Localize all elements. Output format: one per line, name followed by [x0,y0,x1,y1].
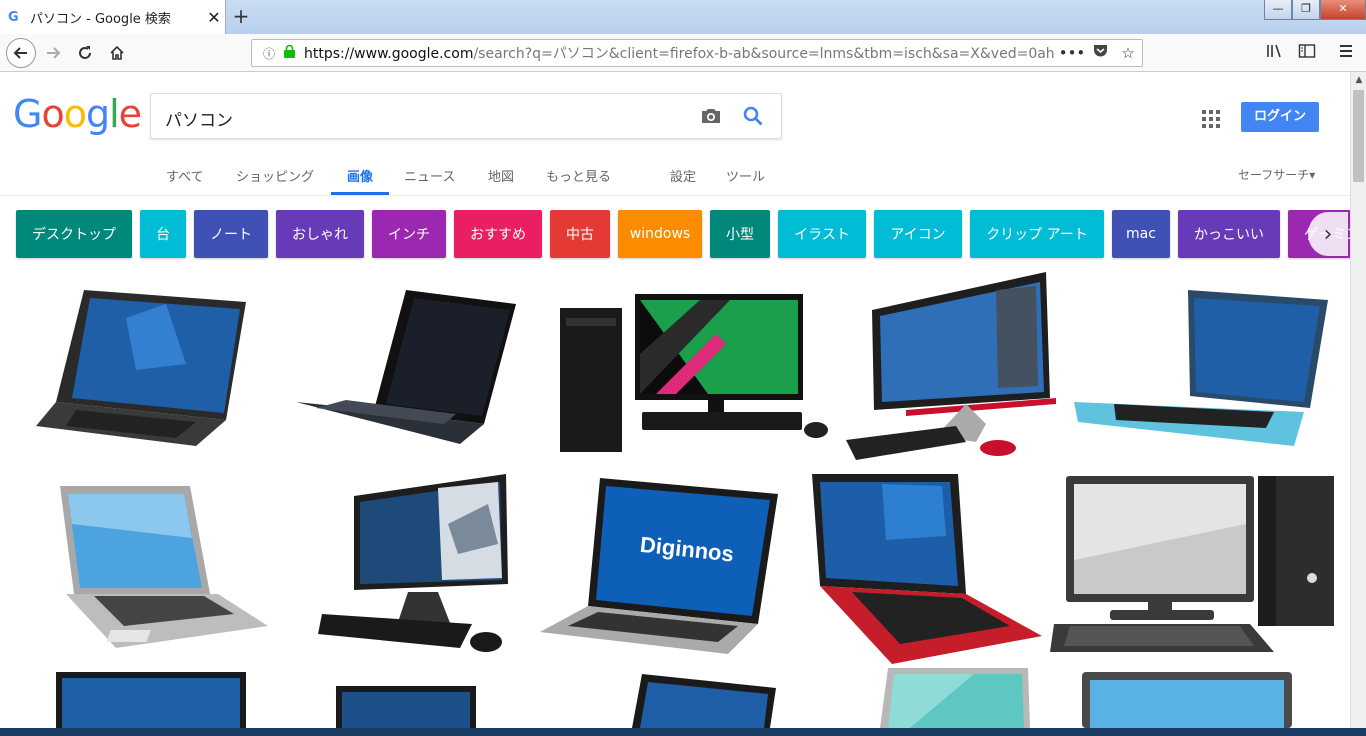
logo-letter: l [109,92,120,136]
result-image-laptop-red[interactable] [812,474,1042,664]
url-path: /search?q=パソコン&client=firefox-b-ab&sourc… [473,46,1055,62]
result-image-all-in-one-red[interactable] [846,270,1056,462]
menu-icon[interactable] [1338,43,1354,63]
google-favicon-icon: G [8,9,19,25]
bookmark-star-icon[interactable]: ☆ [1114,44,1142,62]
chip-icon[interactable]: アイコン [874,210,962,258]
close-window-button[interactable]: ✕ [1320,0,1366,20]
chip-notebook[interactable]: ノート [194,210,268,258]
tab-all[interactable]: すべて [166,166,204,185]
chip-windows[interactable]: windows [618,210,702,258]
google-logo[interactable]: Google [13,92,142,136]
google-header: Google パソコン ログイン すべて ショッピング 画像 ニュース 地図 も… [0,72,1350,196]
browser-tab-active[interactable]: G パソコン - Google 検索 ✕ [0,0,226,34]
forward-arrow-icon [47,47,61,59]
logo-letter: e [118,92,142,136]
logo-letter: G [13,92,42,136]
safesearch-dropdown[interactable]: セーフサーチ▾ [1238,166,1315,183]
window-controls: — ❐ ✕ [1264,0,1366,20]
pocket-icon[interactable] [1086,44,1114,62]
lock-icon[interactable] [280,44,298,61]
address-bar[interactable]: ⓘ https://www.google.com/search?q=パソコン&c… [251,39,1143,67]
chip-dai[interactable]: 台 [140,210,186,258]
search-box[interactable]: パソコン [150,93,782,139]
chip-mac[interactable]: mac [1112,210,1170,258]
url-text: https://www.google.com/search?q=パソコン&cli… [304,43,1058,63]
result-image-laptop-illustration[interactable] [54,484,268,648]
result-image-monitor-1[interactable] [56,672,246,728]
minimize-button[interactable]: — [1264,0,1292,20]
result-image-desktop-illustration[interactable] [1050,476,1334,656]
chip-recommended[interactable]: おすすめ [454,210,542,258]
page-actions-icon[interactable]: ••• [1058,44,1086,62]
chip-clipart[interactable]: クリップ アート [970,210,1104,258]
info-icon[interactable]: ⓘ [258,45,280,62]
windows-taskbar [0,728,1366,736]
back-arrow-icon [13,47,27,59]
new-tab-button[interactable]: + [230,4,252,28]
scroll-up-arrow-icon[interactable]: ▲ [1351,72,1366,88]
chip-stylish[interactable]: おしゃれ [276,210,364,258]
result-image-laptop-illustration-2[interactable] [880,668,1030,728]
reload-icon [79,46,91,59]
tab-close-icon[interactable]: ✕ [203,8,225,27]
url-host: https://www.google.com [304,46,474,62]
logo-letter: g [85,92,110,136]
result-image-laptop-3[interactable] [632,674,776,728]
tab-title: パソコン - Google 検索 [30,11,171,27]
reload-button[interactable] [72,40,98,66]
forward-button[interactable] [40,40,66,66]
login-button[interactable]: ログイン [1241,102,1319,132]
search-icon[interactable] [741,104,765,128]
tab-more[interactable]: もっと見る [546,166,611,185]
tab-images[interactable]: 画像 [330,166,390,195]
vertical-scrollbar[interactable]: ▲ [1350,72,1366,736]
logo-letter: o [63,92,87,136]
apps-grid-icon[interactable] [1202,110,1220,128]
browser-titlebar: G パソコン - Google 検索 ✕ + — ❐ ✕ [0,0,1366,34]
search-input[interactable]: パソコン [165,106,233,131]
chip-illustration[interactable]: イラスト [778,210,866,258]
tab-news[interactable]: ニュース [404,166,455,185]
result-image-monitor-2[interactable] [336,686,476,728]
result-image-all-in-one-windows[interactable] [318,474,508,660]
chip-desktop[interactable]: デスクトップ [16,210,132,258]
result-image-desktop-set[interactable] [558,294,830,452]
library-icon[interactable] [1266,43,1284,63]
home-button[interactable] [104,40,130,66]
result-image-laptop-diginnos[interactable]: Diginnos [540,478,782,654]
related-search-chips: デスクトップ 台 ノート おしゃれ インチ おすすめ 中古 windows 小型… [0,210,1350,260]
tab-maps[interactable]: 地図 [488,166,514,185]
chips-next-chevron-icon[interactable]: › [1308,212,1348,256]
scrollbar-thumb[interactable] [1353,90,1364,182]
restore-button[interactable]: ❐ [1292,0,1320,20]
background-tab-ghost [258,8,428,26]
result-image-laptop-black[interactable] [36,288,246,448]
logo-letter: o [41,92,64,136]
tab-tools[interactable]: ツール [726,166,765,185]
search-type-tabs: すべて ショッピング 画像 ニュース 地図 もっと見る 設定 ツール セーフサー… [0,158,1350,196]
navigation-toolbar: ⓘ https://www.google.com/search?q=パソコン&c… [0,34,1366,72]
chip-small[interactable]: 小型 [710,210,770,258]
result-image-monitor-illustration[interactable] [1082,672,1292,728]
chip-used[interactable]: 中古 [550,210,610,258]
sidebar-icon[interactable] [1298,43,1316,63]
result-image-laptop-blue[interactable] [1074,290,1328,446]
back-button[interactable] [6,38,36,68]
tab-settings[interactable]: 設定 [670,166,696,185]
result-image-laptop-slim[interactable] [296,290,518,445]
home-icon [110,45,124,60]
chip-inch[interactable]: インチ [372,210,446,258]
chip-cool[interactable]: かっこいい [1178,210,1280,258]
tab-shopping[interactable]: ショッピング [236,166,314,185]
camera-icon[interactable] [699,104,723,128]
